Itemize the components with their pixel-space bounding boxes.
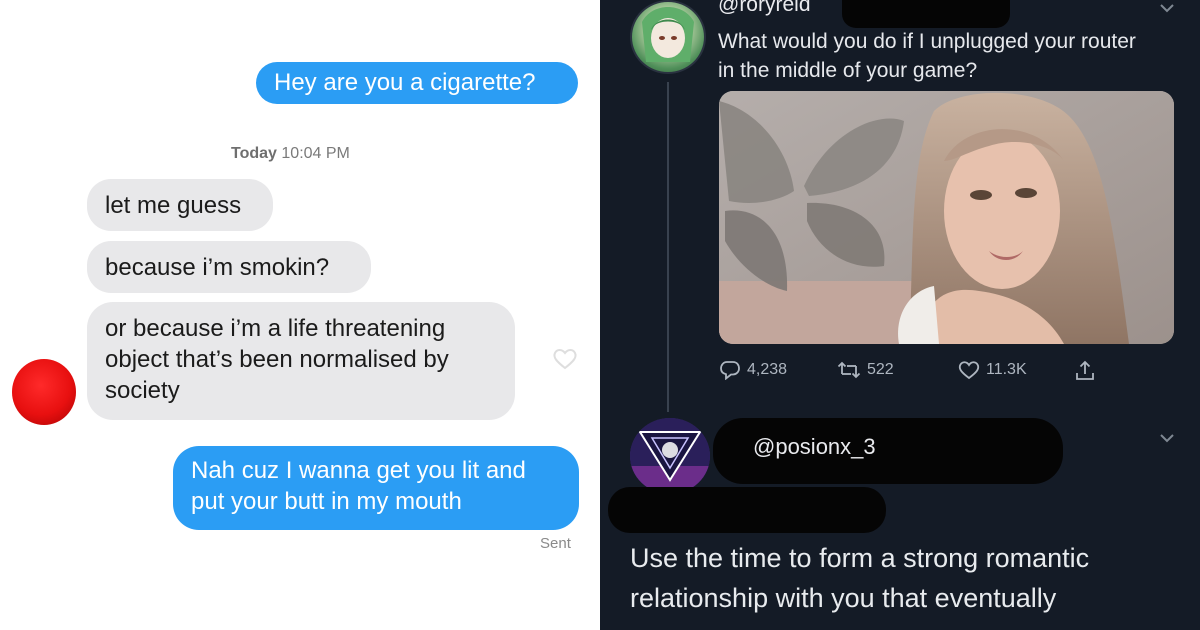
retweet-icon <box>837 361 861 379</box>
message-line: put your butt in my mouth <box>191 488 462 515</box>
message-line: or because i’m a life threatening <box>105 315 446 342</box>
message-line: society <box>105 377 180 404</box>
imessage-panel: Hey are you a cigarette? Today 10:04 PM … <box>0 0 598 630</box>
sent-message-bubble: Nah cuz I wanna get you lit and put your… <box>173 446 579 530</box>
reply-author-handle[interactable]: @posionx_3 <box>753 434 876 460</box>
retweet-count: 522 <box>867 361 894 378</box>
reply-button[interactable]: 4,238 <box>719 360 787 380</box>
chevron-down-icon[interactable] <box>1160 3 1174 13</box>
thread-line <box>667 82 669 412</box>
reply-count: 4,238 <box>747 361 788 378</box>
received-message-bubble: let me guess <box>87 179 273 231</box>
tweet-text: What would you do if I unplugged your ro… <box>718 27 1188 85</box>
message-timestamp: Today 10:04 PM <box>231 145 350 163</box>
reply-icon <box>720 361 740 380</box>
received-message-bubble: because i’m smokin? <box>87 241 371 293</box>
share-icon <box>1076 360 1094 380</box>
message-text: Hey are you a cigarette? <box>274 69 536 96</box>
photo-image <box>719 91 1174 344</box>
tweet-actions: 4,238 522 11.3K <box>719 360 1189 386</box>
author-avatar[interactable] <box>630 0 706 74</box>
tweet-text-line: What would you do if I unplugged your ro… <box>718 30 1136 53</box>
message-line: Nah cuz I wanna get you lit and <box>191 457 526 484</box>
heart-icon <box>958 361 980 380</box>
chevron-down-icon[interactable] <box>1160 433 1174 443</box>
like-button[interactable]: 11.3K <box>958 360 1027 380</box>
timestamp-day: Today <box>231 145 277 162</box>
delivery-status: Sent <box>540 535 571 552</box>
received-message-bubble: or because i’m a life threatening object… <box>87 302 515 420</box>
anime-avatar-icon <box>642 7 694 62</box>
like-count: 11.3K <box>986 361 1027 378</box>
retweet-button[interactable]: 522 <box>837 360 894 380</box>
redaction-bar <box>842 0 1010 28</box>
tweet-photo[interactable] <box>719 91 1174 344</box>
sent-message-bubble: Hey are you a cigarette? <box>256 62 578 104</box>
author-handle[interactable]: @roryreid <box>718 0 811 17</box>
reply-text-line: relationship with you that eventually <box>630 583 1057 613</box>
contact-avatar <box>12 359 76 425</box>
tweet-text-line: in the middle of your game? <box>718 59 978 82</box>
message-line: object that’s been normalised by <box>105 346 449 373</box>
triangle-logo-icon <box>630 418 710 494</box>
reply-author-avatar[interactable] <box>630 418 710 494</box>
tweet-panel: @roryreid What would you do if I unplugg… <box>600 0 1200 630</box>
redaction-bar <box>608 487 886 533</box>
share-button[interactable] <box>1074 360 1096 382</box>
timestamp-time: 10:04 PM <box>281 145 350 162</box>
reply-text-line: Use the time to form a strong romantic <box>630 543 1090 573</box>
heart-reaction-icon[interactable] <box>552 347 578 371</box>
message-text: let me guess <box>105 192 242 219</box>
reply-text: Use the time to form a strong romantic r… <box>630 538 1190 618</box>
message-text: because i’m smokin? <box>105 254 330 281</box>
